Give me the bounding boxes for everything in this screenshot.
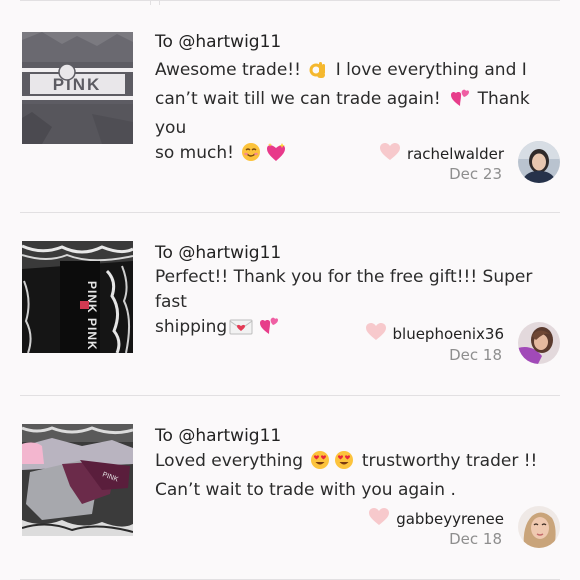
reviewer-name: rachelwalder	[406, 144, 504, 163]
reviewer[interactable]: rachelwalder	[379, 142, 504, 165]
review-date: Dec 18	[449, 346, 502, 364]
top-notch	[150, 0, 160, 5]
message-text: Perfect!! Thank you for the free gift!!!…	[155, 267, 533, 312]
recipient-handle[interactable]: @hartwig11	[178, 426, 281, 446]
review-card: PINK To @hartwig11 Loved everything trus…	[20, 424, 560, 580]
message-text: Awesome trade!!	[155, 60, 301, 80]
divider	[20, 212, 560, 213]
recipient-handle[interactable]: @hartwig11	[178, 243, 281, 263]
pink-leggings-photo[interactable]: PINK PINK	[22, 241, 133, 353]
to-prefix: To	[155, 32, 179, 52]
reviews-page: PINK To @hartwig11 Awesome trade!! I lov…	[0, 0, 580, 580]
review-date: Dec 23	[449, 165, 502, 183]
review-card: PINK PINK To @hartwig11 Perfect!! Thank …	[20, 241, 560, 396]
two-hearts-emoji-icon	[448, 88, 470, 116]
review-recipient: To @hartwig11	[155, 243, 281, 263]
love-letter-emoji-icon	[229, 318, 253, 344]
message-text: so much!	[155, 143, 234, 163]
heart-eyes-emoji-icon	[334, 450, 354, 478]
svg-text:PINK PINK: PINK PINK	[85, 281, 99, 351]
reviewer-name: bluephoenix36	[392, 324, 505, 343]
reviewer[interactable]: gabbeyyrenee	[368, 507, 504, 530]
message-text: can’t wait till we can trade again!	[155, 89, 441, 109]
user-avatar-photo[interactable]	[518, 506, 560, 548]
svg-text:PINK: PINK	[53, 75, 102, 94]
review-recipient: To @hartwig11	[155, 32, 281, 52]
heart-icon	[379, 142, 401, 165]
message-text: I love everything and I	[335, 60, 527, 80]
message-text: trustworthy trader !!	[361, 451, 538, 471]
two-hearts-emoji-icon	[257, 316, 279, 344]
reviewer-name: gabbeyyrenee	[396, 509, 504, 528]
smiling-face-emoji-icon	[241, 142, 261, 170]
reviewer[interactable]: bluephoenix36	[365, 322, 505, 345]
message-text: Can’t wait to trade with you again .	[155, 480, 456, 500]
review-card: PINK To @hartwig11 Awesome trade!! I lov…	[20, 32, 560, 213]
ok-hand-emoji-icon	[308, 59, 328, 87]
divider	[20, 395, 560, 396]
user-avatar-photo[interactable]	[518, 322, 560, 364]
heart-icon	[368, 507, 390, 530]
to-prefix: To	[155, 243, 179, 263]
heart-eyes-emoji-icon	[310, 450, 330, 478]
sparkling-heart-emoji-icon	[265, 142, 287, 170]
review-date: Dec 18	[449, 530, 502, 548]
recipient-handle[interactable]: @hartwig11	[178, 32, 281, 52]
review-recipient: To @hartwig11	[155, 426, 281, 446]
pink-sweatshirt-photo[interactable]: PINK	[22, 32, 133, 144]
clothes-on-bed-photo[interactable]: PINK	[22, 424, 133, 536]
user-avatar-photo[interactable]	[518, 141, 560, 183]
to-prefix: To	[155, 426, 179, 446]
review-message: Loved everything trustworthy trader !! C…	[155, 449, 565, 503]
heart-icon	[365, 322, 387, 345]
message-text: Loved everything	[155, 451, 304, 471]
top-divider	[20, 0, 560, 1]
message-text: shipping	[155, 317, 228, 337]
